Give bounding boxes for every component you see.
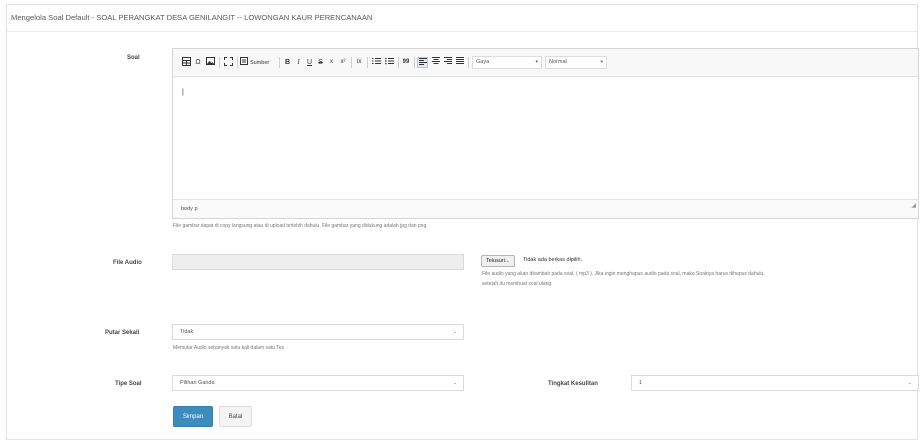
subscript-button[interactable]: x bbox=[327, 57, 336, 68]
maximize-icon[interactable] bbox=[223, 57, 233, 68]
align-left-icon[interactable] bbox=[417, 57, 428, 68]
special-char-icon[interactable]: Ω bbox=[193, 57, 203, 68]
toolbar-separator bbox=[468, 57, 469, 68]
browse-button[interactable]: Telusuri... bbox=[481, 255, 515, 267]
soal-help-text: File gambar dapat di copy langsung atau … bbox=[173, 223, 428, 229]
align-right-icon[interactable] bbox=[443, 57, 453, 68]
table-icon[interactable] bbox=[181, 57, 191, 68]
source-button[interactable]: Sumber bbox=[240, 57, 276, 68]
style-dropdown[interactable]: Gaya ▾ bbox=[472, 56, 542, 69]
image-icon[interactable] bbox=[205, 57, 215, 68]
toolbar-separator bbox=[237, 57, 238, 68]
putar-sekali-select[interactable]: Tidak ⌄ bbox=[172, 324, 464, 340]
resize-handle-icon[interactable]: ◢ bbox=[911, 197, 916, 215]
blockquote-button[interactable]: 99 bbox=[401, 57, 411, 68]
numbered-list-icon[interactable] bbox=[371, 57, 381, 68]
format-dropdown[interactable]: Normal ▾ bbox=[545, 56, 607, 69]
file-audio-input bbox=[172, 254, 464, 270]
title-divider bbox=[7, 31, 917, 32]
chevron-down-icon: ⌄ bbox=[452, 329, 457, 335]
audio-help-text: File audio yang akan ditambah pada soal.… bbox=[482, 271, 765, 287]
tipe-soal-value: Pilihan Ganda bbox=[180, 380, 215, 386]
chevron-down-icon: ▾ bbox=[600, 59, 603, 65]
style-dropdown-value: Gaya bbox=[476, 59, 490, 65]
align-center-icon[interactable] bbox=[431, 57, 441, 68]
file-audio-label: File Audio bbox=[113, 260, 142, 266]
italic-button[interactable]: I bbox=[294, 57, 303, 68]
align-justify-icon[interactable] bbox=[455, 57, 465, 68]
editor-toolbar: Ω Sumber B I U S x x² Ix 99 Gaya ▾ Norma… bbox=[173, 49, 918, 77]
tingkat-kesulitan-select[interactable]: 1 ⌄ bbox=[631, 375, 919, 391]
toolbar-separator bbox=[219, 57, 220, 68]
question-editor[interactable]: Ω Sumber B I U S x x² Ix 99 Gaya ▾ Norma… bbox=[172, 48, 919, 219]
chevron-down-icon: ⌄ bbox=[907, 380, 912, 386]
underline-button[interactable]: U bbox=[305, 57, 314, 68]
toolbar-separator bbox=[414, 57, 415, 68]
toolbar-separator bbox=[351, 57, 352, 68]
page-title: Mengelola Soal Default - SOAL PERANGKAT … bbox=[11, 13, 373, 22]
bulleted-list-icon[interactable] bbox=[384, 57, 394, 68]
putar-sekali-value: Tidak bbox=[180, 329, 194, 335]
editor-path-bar: body p ◢ bbox=[173, 199, 918, 218]
element-path[interactable]: body p bbox=[181, 206, 198, 212]
toolbar-separator bbox=[398, 57, 399, 68]
format-dropdown-value: Normal bbox=[549, 59, 567, 65]
editor-caret: | bbox=[182, 89, 184, 96]
remove-format-button[interactable]: Ix bbox=[354, 57, 364, 68]
putar-help-text: Memutar Audio sebanyak satu kali dalam s… bbox=[173, 345, 285, 351]
toolbar-separator bbox=[279, 57, 280, 68]
toolbar-separator bbox=[367, 57, 368, 68]
superscript-button[interactable]: x² bbox=[338, 57, 348, 68]
chevron-down-icon: ⌄ bbox=[452, 380, 457, 386]
save-button[interactable]: Simpan bbox=[173, 406, 213, 427]
soal-label: Soal bbox=[127, 55, 140, 61]
content-panel: Mengelola Soal Default - SOAL PERANGKAT … bbox=[6, 4, 919, 440]
bold-button[interactable]: B bbox=[283, 57, 292, 68]
strikethrough-button[interactable]: S bbox=[316, 57, 325, 68]
tipe-soal-label: Tipe Soal bbox=[115, 381, 142, 387]
tipe-soal-select[interactable]: Pilihan Ganda ⌄ bbox=[172, 375, 464, 391]
chevron-down-icon: ▾ bbox=[535, 59, 538, 65]
source-label: Sumber bbox=[249, 60, 270, 66]
putar-sekali-label: Putar Sekali bbox=[105, 330, 140, 336]
tingkat-kesulitan-value: 1 bbox=[639, 380, 643, 386]
tingkat-kesulitan-label: Tingkat Kesulitan bbox=[548, 381, 598, 387]
editor-content-area[interactable]: | bbox=[173, 77, 918, 201]
cancel-button[interactable]: Batal bbox=[219, 406, 252, 427]
file-status-text: Tidak ada berkas dipilih. bbox=[523, 257, 583, 263]
